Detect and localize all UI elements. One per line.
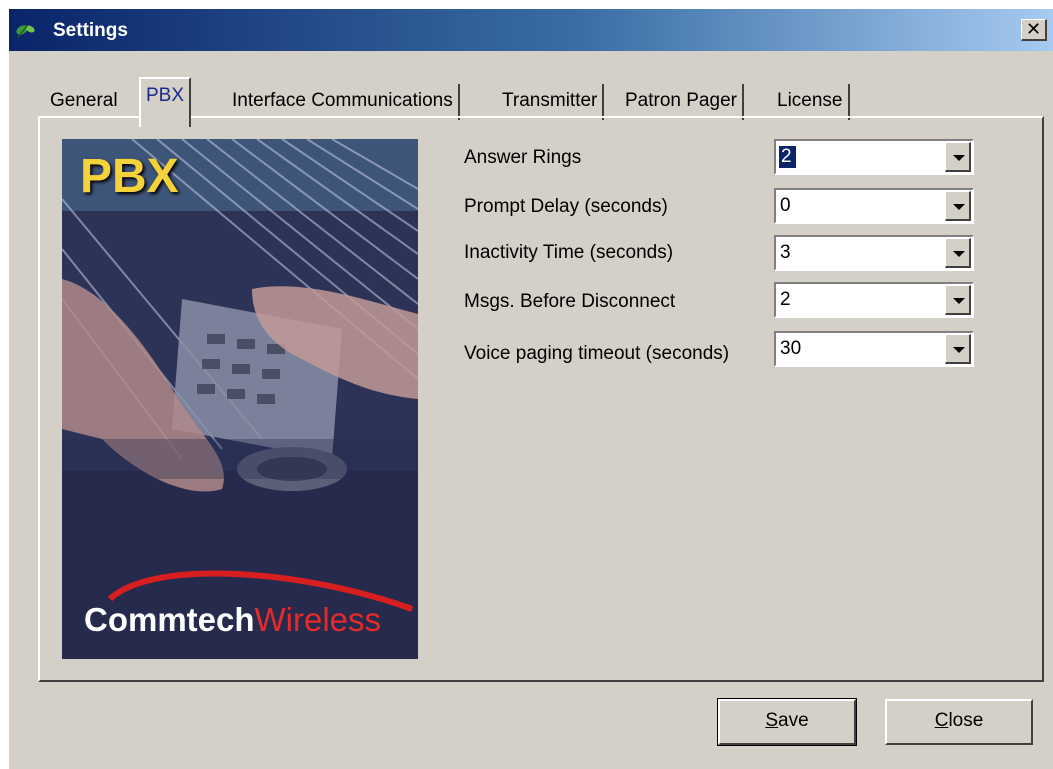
pbx-illustration: PBX CommtechWireless — [62, 139, 418, 659]
close-label: lose — [948, 710, 984, 731]
app-leaf-icon — [15, 21, 37, 39]
chevron-down-icon[interactable] — [945, 142, 971, 172]
msgs-before-disconnect-select[interactable]: 2 — [774, 282, 974, 318]
prompt-delay-select[interactable]: 0 — [774, 188, 974, 224]
tab-interface-communications[interactable]: Interface Communications — [227, 84, 460, 120]
brand-logo: CommtechWireless — [84, 601, 381, 639]
inactivity-time-select[interactable]: 3 — [774, 235, 974, 271]
select-value: 3 — [780, 242, 791, 263]
voice-paging-timeout-select[interactable]: 30 — [774, 331, 974, 367]
pbx-image-title: PBX — [80, 150, 179, 203]
answer-rings-label: Answer Rings — [464, 147, 582, 168]
tab-license[interactable]: License — [772, 84, 850, 120]
close-icon[interactable]: ✕ — [1021, 19, 1047, 41]
close-mnemonic: C — [934, 710, 949, 731]
chevron-down-icon[interactable] — [945, 285, 971, 315]
voice-paging-timeout-label: Voice paging timeout (seconds) — [464, 343, 730, 364]
prompt-delay-label: Prompt Delay (seconds) — [464, 196, 668, 217]
window-title: Settings — [53, 20, 128, 41]
tab-patron-pager[interactable]: Patron Pager — [620, 84, 744, 120]
select-value: 30 — [780, 338, 802, 359]
save-label: ave — [778, 710, 809, 731]
msgs-before-disconnect-label: Msgs. Before Disconnect — [464, 291, 676, 312]
close-button[interactable]: Close — [885, 699, 1033, 745]
tab-general[interactable]: General — [45, 84, 123, 120]
answer-rings-select[interactable]: 2 — [774, 139, 974, 175]
tab-transmitter[interactable]: Transmitter — [497, 84, 605, 120]
save-button[interactable]: Save — [717, 698, 857, 746]
select-value: 0 — [780, 195, 791, 216]
chevron-down-icon[interactable] — [945, 191, 971, 221]
settings-window: Settings ✕ General PBX Interface Communi… — [8, 8, 1053, 769]
chevron-down-icon[interactable] — [945, 334, 971, 364]
brand-commtech: Commtech — [84, 601, 255, 638]
save-mnemonic: S — [765, 710, 779, 731]
chevron-down-icon[interactable] — [945, 238, 971, 268]
title-bar[interactable]: Settings ✕ — [9, 9, 1053, 51]
brand-wireless: Wireless — [254, 601, 382, 638]
select-value: 2 — [780, 289, 791, 310]
inactivity-time-label: Inactivity Time (seconds) — [464, 242, 674, 263]
select-value: 2 — [779, 146, 796, 168]
tab-pbx[interactable]: PBX — [139, 77, 192, 127]
